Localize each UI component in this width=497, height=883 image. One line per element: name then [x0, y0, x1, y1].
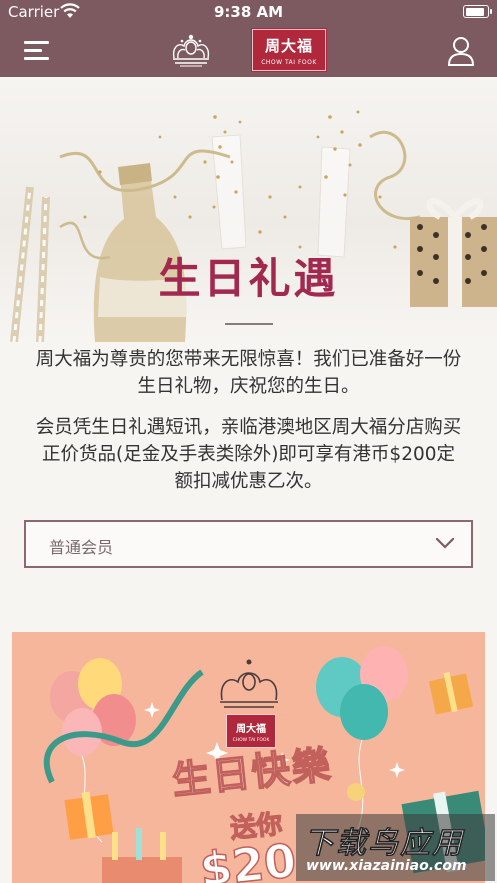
detail-line-2: 正价货品(足金及手表类除外)即可享有港币$200定 [41, 444, 456, 465]
chow-tai-fook-logo[interactable]: 周大福 CHOW TAI FOOK [251, 28, 327, 72]
user-profile-icon[interactable] [447, 36, 475, 66]
membership-tier-value: 普通会员 [49, 538, 114, 557]
status-bar: Carrier 9:38 AM [0, 0, 497, 24]
title-divider [225, 323, 273, 325]
nav-bar: 周大福 CHOW TAI FOOK [0, 24, 497, 77]
intro-paragraph: 周大福为尊贵的您带来无限惊喜！我们已准备好一份 生日礼物，庆祝您的生日。 [18, 346, 479, 400]
promo-amount: $20 [197, 832, 300, 883]
site-watermark: 下载鸟应用 www.xiazainiao.com [296, 814, 495, 881]
promo-brand-cn: 周大福 [236, 724, 266, 735]
intro-line-1: 周大福为尊贵的您带来无限惊喜！我们已准备好一份 [35, 349, 462, 370]
offer-details-paragraph: 会员凭生日礼遇短讯，亲临港澳地区周大福分店购买 正价货品(足金及手表类除外)即可… [14, 414, 483, 495]
battery-level [465, 7, 484, 16]
watermark-title: 下载鸟应用 [304, 826, 464, 862]
detail-line-1: 会员凭生日礼遇短讯，亲临港澳地区周大福分店购买 [35, 417, 462, 438]
birthday-hero-banner: 生日礼遇 [0, 77, 497, 342]
membership-tier-select[interactable]: 普通会员 [24, 520, 473, 568]
brand-logo-en: CHOW TAI FOOK [261, 59, 317, 66]
page-title: 生日礼遇 [158, 254, 339, 303]
detail-line-3: 额扣减优惠乙次。 [174, 471, 323, 492]
hamburger-menu-icon[interactable] [24, 39, 49, 61]
crown-icon[interactable] [168, 28, 214, 72]
battery-icon [463, 5, 492, 18]
brand-logo-cn: 周大福 [264, 37, 313, 55]
intro-line-2: 生日礼物，庆祝您的生日。 [137, 376, 360, 397]
watermark-url: www.xiazainiao.com [306, 858, 467, 874]
clock-label: 9:38 AM [213, 3, 284, 21]
chevron-down-icon [435, 537, 455, 549]
